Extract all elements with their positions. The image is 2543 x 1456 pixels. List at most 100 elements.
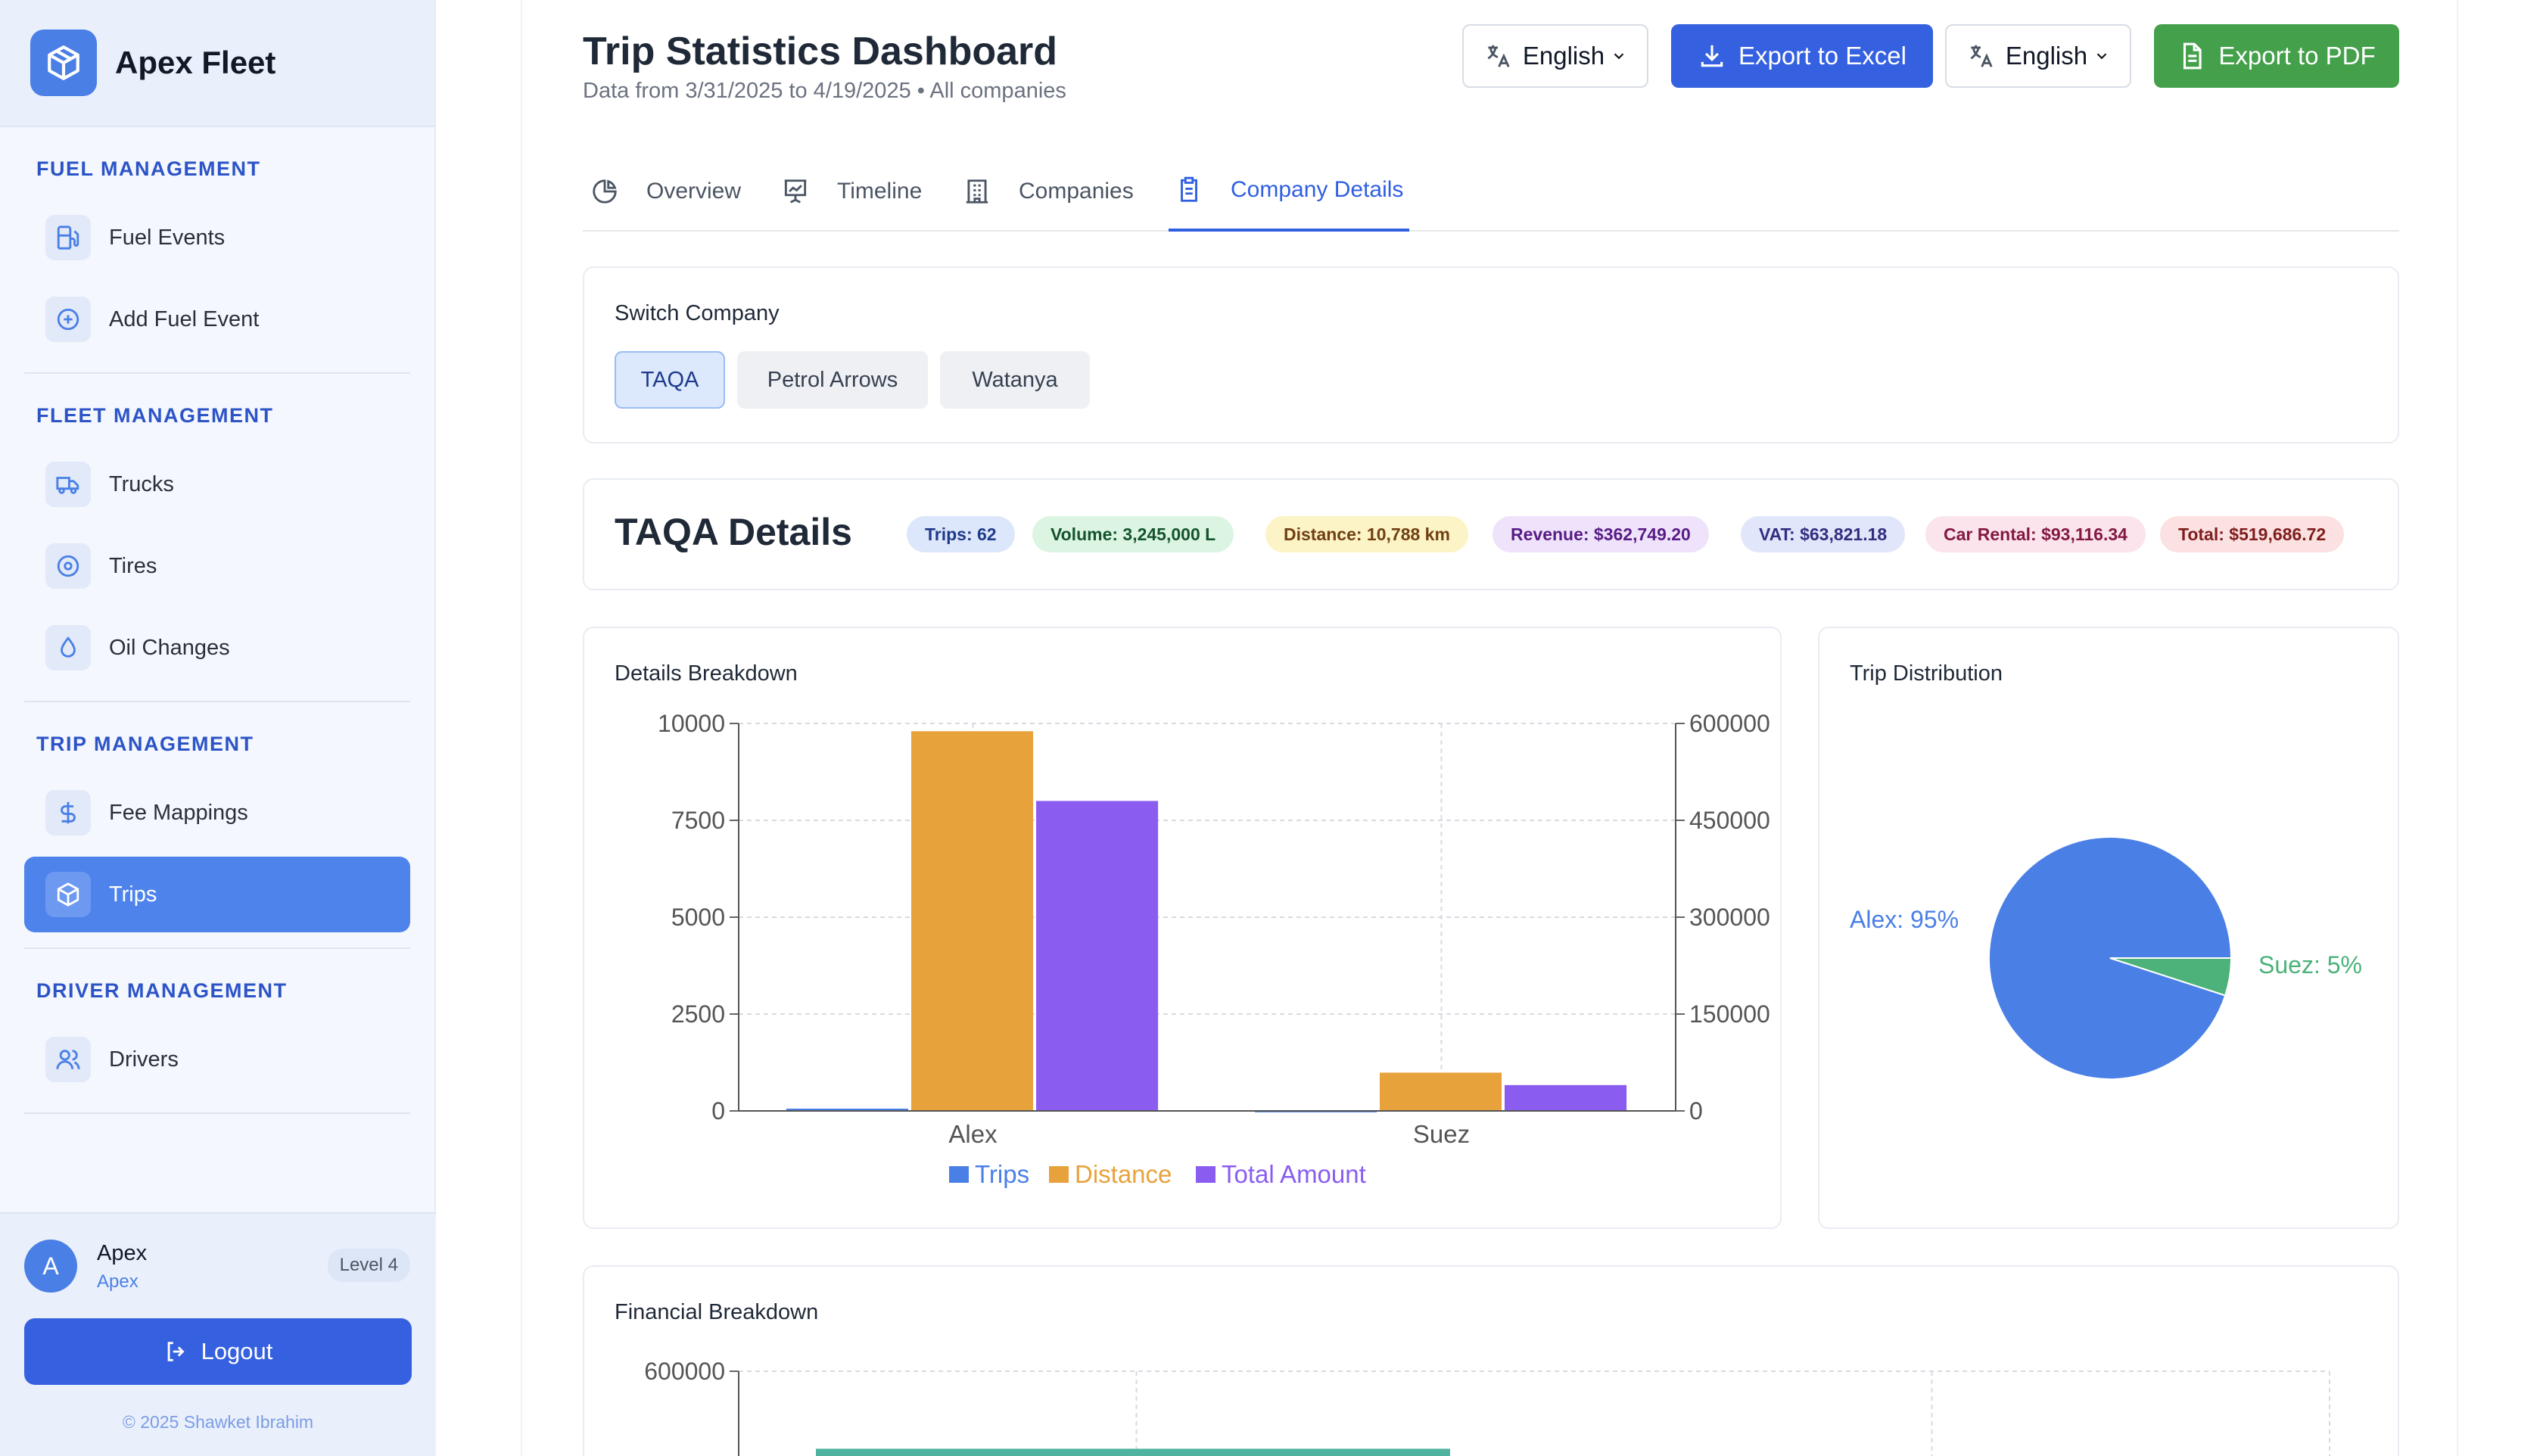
- bar-distance-alex: [910, 731, 1034, 1111]
- tab-label: Timeline: [837, 179, 923, 204]
- y-tick-label-right: 300000: [1689, 904, 1770, 931]
- x-tick-label: Alex: [948, 1120, 998, 1148]
- details-breakdown-card: Details Breakdown 0 2500 5000 7500 10000 0 150…: [583, 627, 1782, 1229]
- dollar-icon: [45, 790, 91, 835]
- y-tick-label-left: 2500: [671, 1000, 725, 1028]
- file-text-icon: [2177, 42, 2206, 70]
- legend-label: Total Amount: [1222, 1160, 1366, 1188]
- divider: [24, 1112, 410, 1114]
- pie-label-alex: Alex: 95%: [1850, 906, 1959, 933]
- bar-distance-suez: [1379, 1072, 1502, 1111]
- avatar[interactable]: A: [24, 1240, 77, 1293]
- distance-badge: Distance: 10,788 km: [1265, 516, 1468, 552]
- export-pdf-label: Export to PDF: [2218, 42, 2376, 70]
- volume-badge: Volume: 3,245,000 L: [1032, 516, 1234, 552]
- sidebar-item-drivers[interactable]: Drivers: [24, 1022, 410, 1097]
- pie-label-suez: Suez: 5%: [2258, 951, 2362, 978]
- y-tick-label-right: 150000: [1689, 1000, 1770, 1028]
- financial-breakdown-chart: 450000600000: [644, 1358, 2330, 1456]
- page-title: Trip Statistics Dashboard: [583, 30, 1058, 73]
- legend-swatch: [949, 1166, 969, 1183]
- tab-companies[interactable]: Companies: [963, 151, 1134, 232]
- language-label: English: [1522, 42, 1605, 70]
- sidebar-item-label: Add Fuel Event: [109, 306, 260, 331]
- user-subtitle: Apex: [97, 1271, 139, 1292]
- sidebar-item-label: Trucks: [109, 471, 174, 496]
- legend-label: Trips: [975, 1160, 1029, 1188]
- download-icon: [1698, 42, 1726, 70]
- bar-financial-alex: [816, 1448, 1450, 1456]
- section-title: TRIP MANAGEMENT: [36, 733, 254, 755]
- level-badge: Level 4: [327, 1249, 410, 1282]
- company-button-taqa[interactable]: TAQA: [615, 351, 725, 409]
- clipboard-icon: [1175, 176, 1217, 204]
- section-title: DRIVER MANAGEMENT: [36, 979, 288, 1002]
- building-icon: [963, 177, 1005, 206]
- legend-swatch: [1049, 1166, 1069, 1183]
- tab-label: Overview: [646, 179, 742, 204]
- logout-icon: [163, 1339, 189, 1364]
- sidebar-item-trips[interactable]: Trips: [24, 857, 410, 932]
- translate-icon: [1966, 42, 1995, 70]
- sidebar-item-add-fuel-event[interactable]: Add Fuel Event: [24, 282, 410, 357]
- trip-distribution-chart: Alex: 95% Suez: 5%: [1850, 836, 2362, 1080]
- sidebar-item-tires[interactable]: Tires: [24, 528, 410, 604]
- switch-company-title: Switch Company: [615, 301, 780, 325]
- translate-icon: [1483, 42, 1512, 70]
- trip-distribution-card: Trip Distribution Alex: 95% Suez: 5%: [1818, 627, 2399, 1229]
- presentation-chart-icon: [781, 177, 823, 206]
- tab-company-details[interactable]: Company Details: [1169, 151, 1410, 232]
- total-badge: Total: $519,686.72: [2160, 516, 2345, 552]
- car-rental-badge: Car Rental: $93,116.34: [1925, 516, 2146, 552]
- financial-breakdown-card: Financial Breakdown 450000600000: [583, 1265, 2399, 1456]
- sidebar-item-label: Trips: [109, 882, 157, 907]
- bar-total-amount-alex: [1036, 801, 1159, 1111]
- trips-badge: Trips: 62: [907, 516, 1015, 552]
- bar-total-amount-suez: [1505, 1084, 1627, 1111]
- tab-overview[interactable]: Overview: [590, 151, 741, 232]
- language-label: English: [2005, 42, 2088, 70]
- sidebar: Apex Fleet FUEL MANAGEMENT Fuel Events A…: [0, 0, 436, 1456]
- sidebar-item-trucks[interactable]: Trucks: [24, 446, 410, 522]
- revenue-badge: Revenue: $362,749.20: [1492, 516, 1709, 552]
- sidebar-item-oil-changes[interactable]: Oil Changes: [24, 610, 410, 686]
- export-excel-label: Export to Excel: [1738, 42, 1906, 70]
- brand-name: Apex Fleet: [115, 45, 276, 80]
- tab-label: Companies: [1019, 179, 1134, 204]
- y-tick-label-left: 10000: [658, 710, 725, 737]
- y-tick-label-right: 450000: [1689, 807, 1770, 834]
- sidebar-item-fuel-events[interactable]: Fuel Events: [24, 200, 410, 275]
- y-tick-label-left: 5000: [671, 904, 725, 931]
- x-tick-label: Suez: [1413, 1120, 1470, 1148]
- language-select-2[interactable]: English: [1945, 24, 2131, 88]
- company-button-petrol-arrows[interactable]: Petrol Arrows: [737, 351, 928, 409]
- y-tick-label: 600000: [644, 1358, 725, 1385]
- fuel-pump-icon: [45, 215, 91, 260]
- user-name: Apex: [97, 1241, 148, 1265]
- details-breakdown-chart: 0 2500 5000 7500 10000 0 150000 300000 450000 600…: [658, 710, 1770, 1188]
- tab-label: Company Details: [1231, 177, 1404, 202]
- chevron-down-icon: [2093, 48, 2110, 64]
- section-fuel-management: FUEL MANAGEMENT Fuel Events Add Fuel Eve…: [0, 127, 434, 357]
- section-trip-management: TRIP MANAGEMENT Fee Mappings Trips: [0, 702, 434, 932]
- legend-swatch: [1196, 1166, 1215, 1183]
- section-title: FUEL MANAGEMENT: [36, 157, 261, 180]
- tab-timeline[interactable]: Timeline: [781, 151, 922, 232]
- copyright: © 2025 Shawket Ibrahim: [122, 1412, 314, 1432]
- tab-bar: Overview Timeline Companies Company Deta…: [583, 151, 2399, 232]
- sidebar-item-fee-mappings[interactable]: Fee Mappings: [24, 775, 410, 851]
- plus-circle-icon: [45, 297, 91, 342]
- y-tick-label-left: 0: [711, 1097, 725, 1125]
- sidebar-item-label: Tires: [109, 553, 157, 578]
- brand[interactable]: Apex Fleet: [0, 0, 434, 127]
- company-button-watanya[interactable]: Watanya: [940, 351, 1090, 409]
- sidebar-item-label: Oil Changes: [109, 635, 230, 660]
- language-select[interactable]: English: [1462, 24, 1648, 88]
- export-pdf-button[interactable]: Export to PDF: [2154, 24, 2399, 88]
- truck-icon: [45, 462, 91, 507]
- export-excel-button[interactable]: Export to Excel: [1671, 24, 1933, 88]
- y-tick-label-right: 0: [1689, 1097, 1703, 1125]
- details-title: TAQA Details: [615, 511, 852, 553]
- logout-button[interactable]: Logout: [24, 1318, 412, 1385]
- users-icon: [45, 1037, 91, 1082]
